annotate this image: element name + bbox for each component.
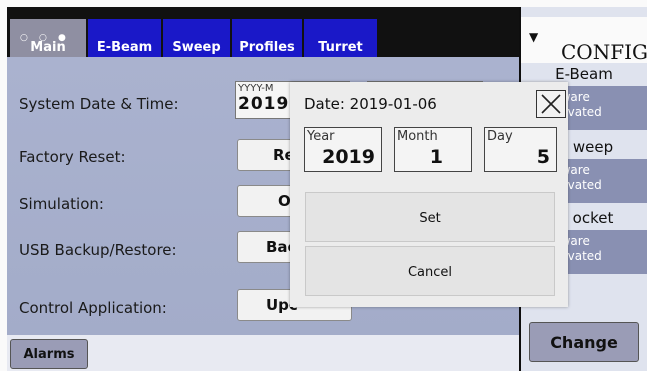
close-icon — [541, 94, 561, 114]
tab-turret[interactable]: Turret — [304, 19, 377, 57]
month-label: Month — [397, 129, 438, 144]
year-spinner[interactable]: Year 2019 — [304, 127, 382, 172]
simulation-label: Simulation: — [19, 195, 104, 213]
system-date-time-label: System Date & Time: — [19, 95, 179, 113]
tab-main[interactable]: ○ ○ ● Main — [10, 19, 86, 57]
dialog-title: Date: 2019-01-06 — [304, 95, 437, 113]
control-application-label: Control Application: — [19, 299, 167, 317]
config-dropdown[interactable]: ▼ CONFIG — [521, 17, 647, 64]
tab-sweep-label: Sweep — [172, 40, 221, 55]
year-label: Year — [307, 129, 335, 144]
date-value: 2019- — [238, 94, 298, 114]
change-button[interactable]: Change — [529, 322, 639, 362]
tab-profiles[interactable]: Profiles — [232, 19, 302, 57]
day-value: 5 — [536, 146, 550, 168]
bottom-bar: Alarms — [7, 335, 519, 371]
tab-sweep[interactable]: Sweep — [163, 19, 230, 57]
tab-bar: ○ ○ ● Main E-Beam Sweep Profiles Turret — [7, 7, 519, 57]
simulation-button-label: O — [278, 192, 291, 210]
config-section-e-beam: E-Beam — [555, 65, 613, 83]
day-label: Day — [487, 129, 513, 144]
touch-screen: ○ ○ ● Main E-Beam Sweep Profiles Turret … — [7, 7, 647, 371]
usb-backup-restore-label: USB Backup/Restore: — [19, 241, 177, 259]
cancel-button-label: Cancel — [407, 265, 453, 280]
tab-turret-label: Turret — [318, 40, 363, 55]
day-spinner[interactable]: Day 5 — [484, 127, 557, 172]
tab-e-beam[interactable]: E-Beam — [88, 19, 161, 57]
date-dialog: Date: 2019-01-06 Year 2019 Month 1 Day 5… — [290, 82, 568, 307]
year-value: 2019 — [322, 146, 375, 168]
cancel-button[interactable]: Cancel — [305, 246, 555, 296]
close-button[interactable] — [536, 90, 566, 118]
date-placeholder: YYYY-M — [238, 83, 274, 94]
alarms-button[interactable]: Alarms — [10, 339, 88, 369]
config-title: CONFIG — [561, 40, 647, 64]
factory-reset-label: Factory Reset: — [19, 148, 126, 166]
triangle-down-icon: ▼ — [529, 30, 539, 44]
set-button-label: Set — [419, 211, 441, 226]
month-value: 1 — [429, 146, 443, 168]
tab-profiles-label: Profiles — [239, 40, 295, 55]
month-spinner[interactable]: Month 1 — [394, 127, 472, 172]
alarms-button-label: Alarms — [23, 347, 75, 362]
tab-e-beam-label: E-Beam — [96, 40, 153, 55]
set-button[interactable]: Set — [305, 192, 555, 242]
change-button-label: Change — [550, 333, 618, 352]
page-dots-icon: ○ ○ ● — [20, 33, 70, 43]
